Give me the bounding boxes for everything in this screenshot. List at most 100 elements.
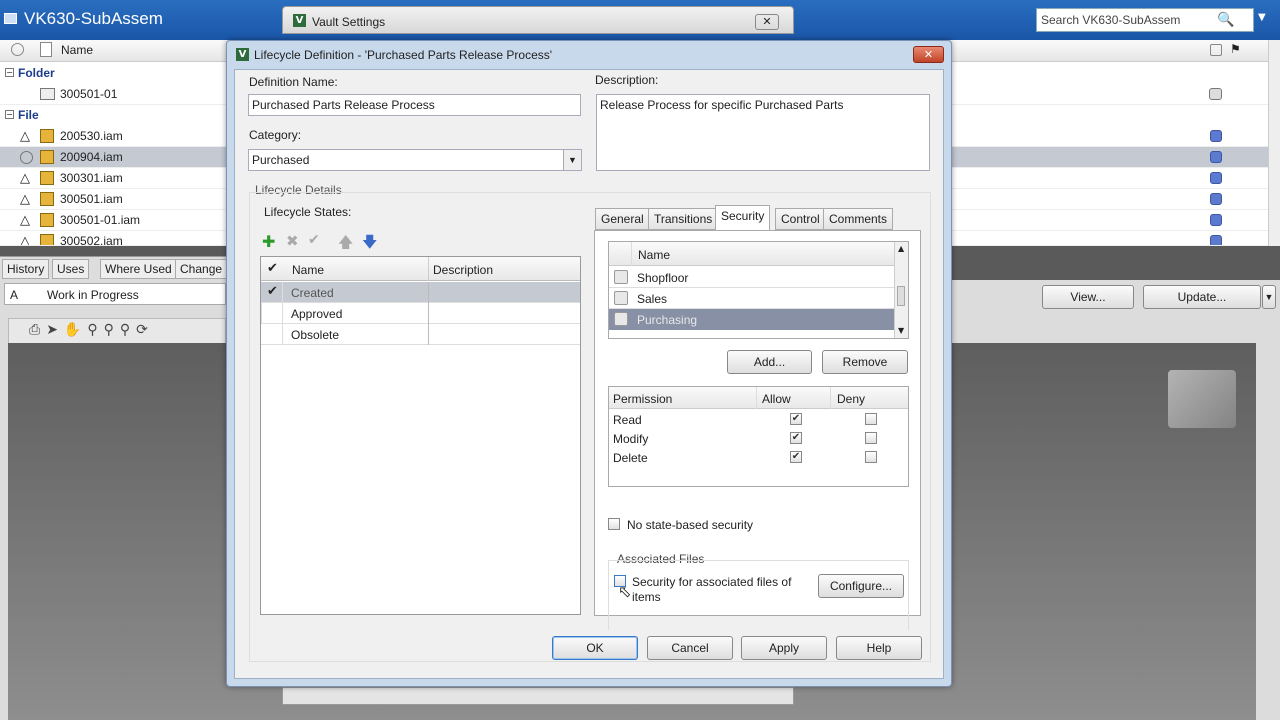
warning-icon: △ xyxy=(20,191,30,206)
list-item[interactable]: Sales xyxy=(609,288,894,309)
states-col-description[interactable]: Description xyxy=(433,263,493,277)
category-select[interactable]: Purchased ▼ xyxy=(248,149,582,171)
member-name: Purchasing xyxy=(637,313,698,327)
allow-modify-checkbox[interactable]: ✔ xyxy=(790,432,802,444)
assembly-icon xyxy=(40,171,54,185)
viewcube-icon[interactable] xyxy=(1168,370,1236,428)
table-row[interactable]: Obsolete xyxy=(261,324,580,345)
delete-state-icon[interactable]: ✖ xyxy=(286,232,299,250)
update-dropdown-icon[interactable]: ▼ xyxy=(1262,285,1276,309)
no-state-security-label[interactable]: No state-based security xyxy=(627,518,753,532)
add-member-button[interactable]: Add... xyxy=(727,350,812,374)
list-item[interactable]: Purchasing xyxy=(609,309,894,330)
perm-col-permission[interactable]: Permission xyxy=(613,392,672,406)
status-icon xyxy=(1210,130,1222,142)
lifecycle-states-label: Lifecycle States: xyxy=(264,205,352,219)
search-input[interactable]: Search VK630-SubAssem 🔍 xyxy=(1036,8,1254,32)
security-tab-panel: Name Shopfloor Sales Purchasing ▲ ▼ Add.… xyxy=(594,230,921,630)
viewer-toolbar[interactable]: ⎙➤✋⚲⚲⚲⟳ xyxy=(8,318,226,344)
close-icon[interactable]: ✕ xyxy=(913,46,944,63)
tab-history[interactable]: History xyxy=(2,259,50,279)
state-name: Created xyxy=(291,286,334,300)
members-col-name[interactable]: Name xyxy=(638,248,670,262)
member-name: Sales xyxy=(637,292,668,306)
deny-read-checkbox[interactable] xyxy=(865,413,877,425)
tab-general[interactable]: General xyxy=(595,208,650,230)
deny-delete-checkbox[interactable] xyxy=(865,451,877,463)
chevron-down-icon[interactable]: ▼ xyxy=(563,150,581,170)
col-divider xyxy=(756,387,757,409)
list-item[interactable]: Shopfloor xyxy=(609,267,894,288)
state-name: Obsolete xyxy=(291,328,340,342)
definition-name-input[interactable]: Purchased Parts Release Process xyxy=(248,94,581,116)
list-col-name[interactable]: Name xyxy=(61,43,93,57)
apply-button[interactable]: Apply xyxy=(741,636,827,660)
scroll-up-icon[interactable]: ▲ xyxy=(898,244,904,253)
no-state-security-checkbox[interactable] xyxy=(608,518,620,530)
details-tabset: General Transitions Security Control Com… xyxy=(594,205,924,231)
user-icon xyxy=(614,291,628,305)
states-col-name[interactable]: Name xyxy=(292,263,324,277)
col-divider xyxy=(428,303,429,324)
deny-modify-checkbox[interactable] xyxy=(865,432,877,444)
allow-delete-checkbox[interactable]: ✔ xyxy=(790,451,802,463)
col-divider xyxy=(428,324,429,345)
circle-status-icon xyxy=(20,151,33,164)
list-scrollbar[interactable] xyxy=(1268,40,1280,246)
tab-where-used[interactable]: Where Used xyxy=(100,259,177,279)
document-icon xyxy=(4,13,17,24)
tag-icon: ⚑ xyxy=(1230,42,1241,56)
update-button[interactable]: Update... xyxy=(1143,285,1261,309)
tab-change[interactable]: Change xyxy=(175,259,228,279)
file-name: 300501-01.iam xyxy=(60,213,141,227)
table-row: Delete ✔ xyxy=(609,448,908,467)
perm-col-deny[interactable]: Deny xyxy=(837,392,865,406)
assoc-security-label[interactable]: Security for associated files of items xyxy=(632,575,804,605)
assembly-icon xyxy=(40,150,54,164)
table-row: Read ✔ xyxy=(609,410,908,429)
add-state-icon[interactable]: ✚ xyxy=(262,232,275,251)
warning-icon: △ xyxy=(20,128,30,143)
vault-settings-title: Vault Settings xyxy=(312,15,386,29)
warning-icon: △ xyxy=(20,233,30,246)
tab-comments[interactable]: Comments xyxy=(823,208,894,230)
permissions-header: Permission Allow Deny xyxy=(609,387,908,409)
collapse-icon[interactable]: − xyxy=(5,110,14,119)
search-icon[interactable]: 🔍 xyxy=(1217,12,1234,28)
group-folder: Folder xyxy=(18,66,55,80)
chevron-down-icon[interactable]: ▼ xyxy=(1258,12,1266,23)
check-column-icon: ✔ xyxy=(267,261,278,276)
file-name: 200530.iam xyxy=(60,129,123,143)
status-icon xyxy=(1210,193,1222,205)
configure-button[interactable]: Configure... xyxy=(818,574,904,598)
members-scrollbar[interactable]: ▲ ▼ xyxy=(894,242,908,338)
table-row[interactable]: ✔ Created xyxy=(261,282,580,303)
remove-member-button[interactable]: Remove xyxy=(822,350,908,374)
description-label: Description: xyxy=(595,73,659,87)
allow-read-checkbox[interactable]: ✔ xyxy=(790,413,802,425)
perm-col-allow[interactable]: Allow xyxy=(762,392,791,406)
scroll-down-icon[interactable]: ▼ xyxy=(898,326,904,335)
ok-button[interactable]: OK xyxy=(552,636,638,660)
tab-transitions[interactable]: Transitions xyxy=(648,208,719,230)
vault-settings-window: V Vault Settings ✕ xyxy=(282,6,794,34)
folder-icon xyxy=(40,88,55,100)
lifecycle-definition-dialog: V Lifecycle Definition - 'Purchased Part… xyxy=(226,40,952,687)
status-icon xyxy=(1210,214,1222,226)
move-up-icon[interactable]: 🡅 xyxy=(338,232,353,257)
status-icon xyxy=(1210,235,1222,245)
scroll-thumb[interactable] xyxy=(897,286,905,306)
move-down-icon[interactable]: 🡇 xyxy=(362,232,377,257)
cancel-button[interactable]: Cancel xyxy=(647,636,733,660)
tab-security[interactable]: Security xyxy=(715,205,771,231)
checkbox-column-icon xyxy=(1210,44,1222,56)
view-button[interactable]: View... xyxy=(1042,285,1134,309)
tab-control[interactable]: Control xyxy=(775,208,826,230)
description-input[interactable]: Release Process for specific Purchased P… xyxy=(596,94,930,171)
close-icon[interactable]: ✕ xyxy=(755,14,779,30)
table-row[interactable]: Approved xyxy=(261,303,580,324)
check-state-icon[interactable]: ✔ xyxy=(308,232,320,248)
collapse-icon[interactable]: − xyxy=(5,68,14,77)
tab-uses[interactable]: Uses xyxy=(52,259,90,279)
help-button[interactable]: Help xyxy=(836,636,922,660)
